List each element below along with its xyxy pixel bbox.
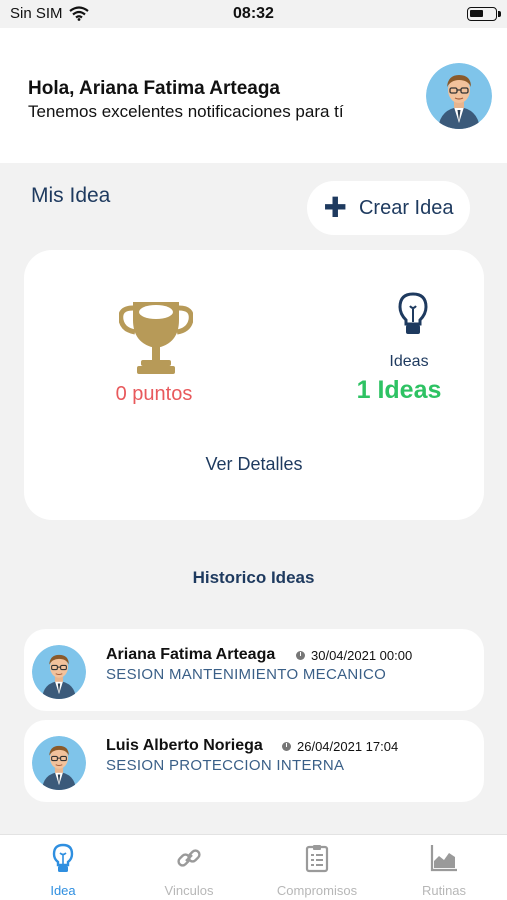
clock-icon bbox=[282, 742, 291, 751]
greeting-title: Hola, Ariana Fatima Arteaga bbox=[28, 78, 281, 99]
history-title: Historico Ideas bbox=[192, 568, 315, 587]
tab-label: Rutinas bbox=[421, 883, 467, 898]
greeting-header: Hola, Ariana Fatima Arteaga Tenemos exce… bbox=[0, 28, 507, 163]
tab-compromisos[interactable]: Compromisos bbox=[254, 835, 380, 900]
ideas-label: Ideas bbox=[389, 353, 429, 370]
battery-icon bbox=[467, 7, 501, 21]
idea-date-text: 26/04/2021 17:04 bbox=[297, 739, 399, 754]
history-item[interactable]: Luis Alberto Noriega 26/04/2021 17:04 SE… bbox=[24, 720, 484, 802]
view-details-link[interactable]: Ver Detalles bbox=[24, 454, 484, 475]
plus-icon: ✚ bbox=[323, 192, 347, 223]
link-icon bbox=[177, 849, 201, 867]
author-name: Luis Alberto Noriega bbox=[106, 737, 263, 754]
clipboard-icon bbox=[305, 845, 329, 873]
tab-label: Vinculos bbox=[164, 883, 214, 898]
tab-rutinas[interactable]: Rutinas bbox=[381, 835, 507, 900]
tab-label: Idea bbox=[50, 883, 76, 898]
tab-vinculos[interactable]: Vinculos bbox=[126, 835, 252, 900]
battery-level bbox=[470, 10, 483, 17]
tab-idea[interactable]: Idea bbox=[0, 835, 126, 900]
status-bar: Sin SIM 08:32 bbox=[0, 0, 507, 28]
stats-card: 0 puntos Ideas 1 Ideas Ver Detalles bbox=[24, 250, 484, 520]
user-avatar-icon[interactable] bbox=[426, 63, 492, 129]
greeting-subtitle: Tenemos excelentes notificaciones para t… bbox=[28, 102, 344, 121]
session-name: SESION MANTENIMIENTO MECANICO bbox=[106, 666, 387, 683]
lightbulb-icon bbox=[398, 292, 428, 334]
create-idea-button[interactable]: ✚ Crear Idea bbox=[307, 181, 470, 235]
section-title: Mis Idea bbox=[31, 184, 111, 207]
create-idea-label: Crear Idea bbox=[358, 196, 454, 219]
lightbulb-icon bbox=[52, 843, 74, 872]
chart-icon bbox=[430, 845, 457, 872]
ideas-count: 1 Ideas bbox=[356, 376, 442, 404]
trophy-icon bbox=[119, 302, 193, 374]
session-name: SESION PROTECCION INTERNA bbox=[106, 757, 345, 774]
clock-time: 08:32 bbox=[233, 5, 274, 22]
history-item[interactable]: Ariana Fatima Arteaga 30/04/2021 00:00 S… bbox=[24, 629, 484, 711]
bottom-tab-bar: Idea Vinculos Compromisos Rutinas bbox=[0, 834, 507, 900]
tab-label: Compromisos bbox=[276, 883, 358, 898]
idea-date: 30/04/2021 00:00 bbox=[296, 648, 412, 663]
idea-date: 26/04/2021 17:04 bbox=[282, 739, 398, 754]
user-avatar-icon bbox=[32, 736, 86, 790]
user-avatar-icon bbox=[32, 645, 86, 699]
points-value: 0 puntos bbox=[115, 383, 193, 405]
idea-date-text: 30/04/2021 00:00 bbox=[311, 648, 413, 663]
author-name: Ariana Fatima Arteaga bbox=[106, 646, 276, 663]
clock-icon bbox=[296, 651, 305, 660]
